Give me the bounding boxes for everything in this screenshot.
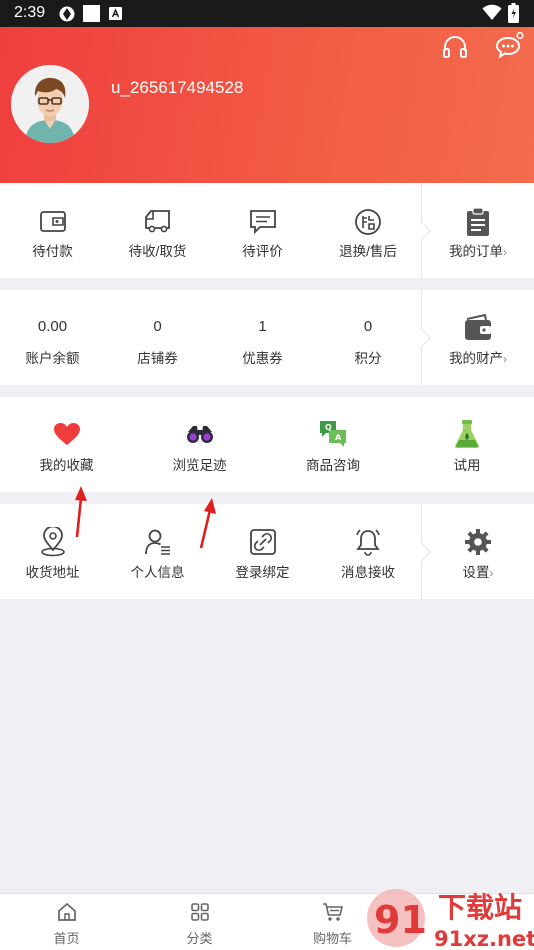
order-after-sale[interactable]: 退换/售后 — [315, 183, 421, 278]
feature-label: 我的收藏 — [39, 458, 94, 473]
avatar[interactable] — [11, 65, 89, 143]
status-bar: 2:39 — [0, 0, 534, 27]
my-assets-text: 我的财产 — [449, 351, 503, 366]
chevron-right-icon: › — [489, 566, 494, 580]
order-to-review[interactable]: 待评价 — [210, 183, 315, 278]
annotation-arrow-icon — [75, 486, 87, 538]
feature-favorites[interactable]: 我的收藏 — [0, 397, 133, 492]
clipboard-icon — [467, 207, 489, 236]
asset-points[interactable]: 0 积分 — [315, 290, 421, 385]
asset-store-coupon[interactable]: 0 店铺券 — [105, 290, 210, 385]
settings-label: 设置› — [422, 561, 534, 581]
asset-label: 账户余额 — [25, 351, 80, 366]
asset-coupon[interactable]: 1 优惠券 — [210, 290, 315, 385]
watermark-logo: 91 下载站 91xz.net — [367, 889, 534, 950]
chevron-right-icon: › — [503, 245, 507, 259]
tool-personal-info[interactable]: 个人信息 — [105, 504, 210, 599]
asset-label: 优惠券 — [242, 351, 283, 366]
bell-icon — [356, 529, 380, 556]
feature-label: 浏览足迹 — [172, 458, 227, 473]
chevron-right-icon: › — [503, 352, 507, 366]
user-avatar-icon — [11, 65, 89, 143]
sync-icon — [59, 6, 75, 22]
battery-icon — [508, 3, 519, 23]
features-section: 我的收藏 浏览足迹 Q A 商品咨询 试用 — [0, 397, 534, 492]
assets-section: 0.00 账户余额 0 店铺券 1 优惠券 0 积分 我的财产› — [0, 290, 534, 385]
asset-value: 0 — [153, 318, 162, 335]
tool-message-receive[interactable]: 消息接收 — [315, 504, 421, 599]
asset-value: 0.00 — [37, 318, 68, 335]
after-sale-icon — [355, 209, 381, 235]
username[interactable]: u_265617494528 — [111, 78, 243, 98]
my-assets-link[interactable]: 我的财产› — [422, 290, 534, 385]
my-assets-label: 我的财产› — [422, 347, 534, 367]
asset-value: 0 — [363, 318, 373, 335]
cart-icon — [322, 903, 343, 921]
link-icon — [249, 529, 276, 555]
heart-icon — [53, 423, 80, 445]
watermark-domain: 91xz.net — [434, 927, 534, 950]
location-pin-icon — [40, 527, 65, 557]
tool-label: 个人信息 — [130, 565, 185, 580]
tool-login-binding[interactable]: 登录绑定 — [210, 504, 315, 599]
home-icon — [57, 902, 76, 921]
order-item-label: 退换/售后 — [339, 244, 397, 259]
text-app-icon — [109, 7, 122, 20]
qa-chat-icon: Q A — [320, 421, 346, 447]
truck-icon — [144, 210, 170, 233]
asset-label: 店铺券 — [137, 351, 178, 366]
settings-text: 设置 — [462, 565, 490, 580]
my-orders-link[interactable]: 我的订单› — [422, 183, 534, 278]
tool-label: 登录绑定 — [235, 565, 290, 580]
status-time: 2:39 — [14, 4, 46, 21]
profile-header: u_265617494528 — [0, 27, 534, 183]
gear-icon — [465, 529, 491, 555]
message-icon[interactable] — [495, 31, 525, 61]
tab-label: 首页 — [53, 931, 80, 946]
feature-trial[interactable]: 试用 — [400, 397, 534, 492]
binoculars-icon — [186, 426, 213, 443]
feature-label: 试用 — [453, 458, 481, 473]
feature-label: 商品咨询 — [306, 458, 360, 473]
wallet-dark-icon — [465, 314, 491, 340]
watermark-title: 下载站 — [438, 891, 522, 924]
annotation-arrow-icon — [199, 498, 216, 549]
my-orders-text: 我的订单 — [449, 244, 503, 259]
order-item-label: 待评价 — [242, 244, 283, 259]
order-item-label: 待收/取货 — [128, 244, 187, 259]
watermark-logo-text: 91 — [374, 898, 427, 942]
order-to-receive[interactable]: 待收/取货 — [105, 183, 210, 278]
tool-label: 收货地址 — [25, 565, 80, 580]
svg-text:Q: Q — [325, 423, 332, 432]
feature-product-inquiry[interactable]: Q A 商品咨询 — [266, 397, 400, 492]
wallet-icon — [39, 211, 66, 232]
tab-home[interactable]: 首页 — [0, 894, 133, 950]
order-pending-payment[interactable]: 待付款 — [0, 183, 105, 278]
tool-label: 消息接收 — [341, 565, 395, 580]
tab-category[interactable]: 分类 — [133, 894, 266, 950]
feature-browsing-history[interactable]: 浏览足迹 — [133, 397, 266, 492]
notification-square-icon — [83, 5, 100, 22]
asset-label: 积分 — [354, 351, 382, 366]
headset-icon[interactable] — [442, 35, 468, 61]
wifi-icon — [482, 4, 502, 20]
comment-icon — [249, 210, 276, 234]
settings-link[interactable]: 设置› — [422, 504, 534, 599]
svg-text:A: A — [335, 433, 342, 442]
tab-label: 分类 — [186, 931, 213, 946]
orders-section: 待付款 待收/取货 待评价 退换/售后 我的订单› — [0, 183, 534, 278]
asset-balance[interactable]: 0.00 账户余额 — [0, 290, 105, 385]
flask-icon — [455, 420, 479, 448]
asset-value: 1 — [258, 318, 267, 335]
category-icon — [190, 903, 209, 921]
user-info-icon — [144, 529, 170, 555]
order-item-label: 待付款 — [32, 244, 73, 259]
my-orders-label: 我的订单› — [422, 240, 534, 260]
